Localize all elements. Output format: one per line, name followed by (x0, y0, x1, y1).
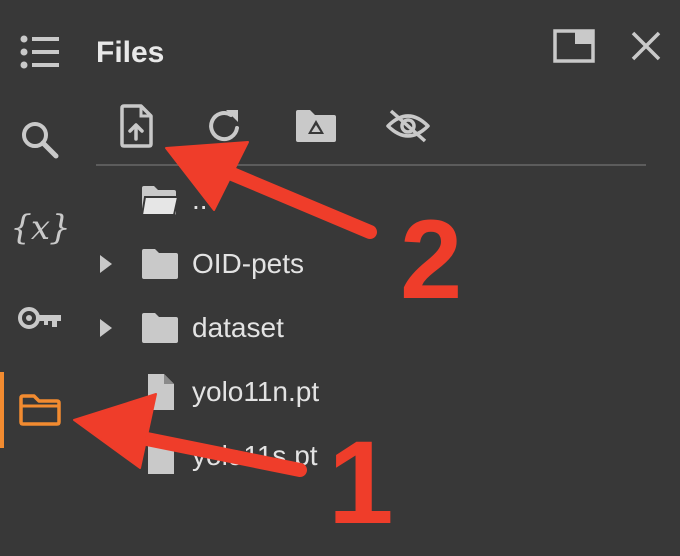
file-row-yolo11n[interactable]: yolo11n.pt (96, 364, 636, 420)
hide-icon (386, 109, 430, 143)
toolbar-divider (96, 164, 646, 166)
mount-drive-button[interactable] (286, 102, 346, 150)
folder-icon (142, 313, 178, 343)
search-button[interactable] (0, 108, 80, 172)
file-row-dataset[interactable]: dataset (96, 300, 636, 356)
refresh-icon (209, 110, 239, 141)
file-icon (148, 438, 174, 474)
sidebar-rail: {x} (0, 0, 80, 556)
folder-icon (19, 394, 61, 426)
variables-icon: {x} (10, 208, 70, 248)
secrets-button[interactable] (0, 286, 80, 350)
file-row-parent[interactable]: .. (96, 172, 636, 228)
file-name: yolo11s.pt (192, 440, 318, 471)
upload-file-button[interactable] (106, 102, 166, 150)
search-icon (22, 122, 59, 159)
maximize-button[interactable] (550, 26, 598, 66)
close-button[interactable] (622, 26, 670, 66)
folder-open-icon (140, 186, 180, 216)
annotation-label-2: 2 (400, 197, 463, 322)
file-name: .. (192, 184, 208, 215)
maximize-icon (553, 29, 595, 63)
refresh-button[interactable] (194, 102, 254, 150)
file-name: dataset (192, 312, 284, 343)
annotation-label-1: 1 (328, 417, 394, 549)
file-name: yolo11n.pt (192, 376, 320, 407)
close-icon (631, 31, 661, 61)
table-of-contents-icon (20, 35, 59, 69)
hide-files-button[interactable] (378, 102, 438, 150)
chevron-right-icon[interactable] (96, 316, 116, 340)
panel-title: Files (96, 36, 165, 69)
files-button[interactable] (0, 372, 80, 448)
upload-file-icon (120, 104, 153, 148)
variables-button[interactable]: {x} (0, 196, 80, 260)
key-icon (18, 307, 61, 329)
file-name: OID-pets (192, 248, 305, 279)
table-of-contents-button[interactable] (0, 20, 80, 84)
folder-icon (142, 249, 178, 279)
chevron-right-icon[interactable] (96, 252, 116, 276)
file-icon (148, 374, 174, 410)
file-row-oid-pets[interactable]: OID-pets (96, 236, 636, 292)
mount-drive-icon (296, 110, 336, 142)
